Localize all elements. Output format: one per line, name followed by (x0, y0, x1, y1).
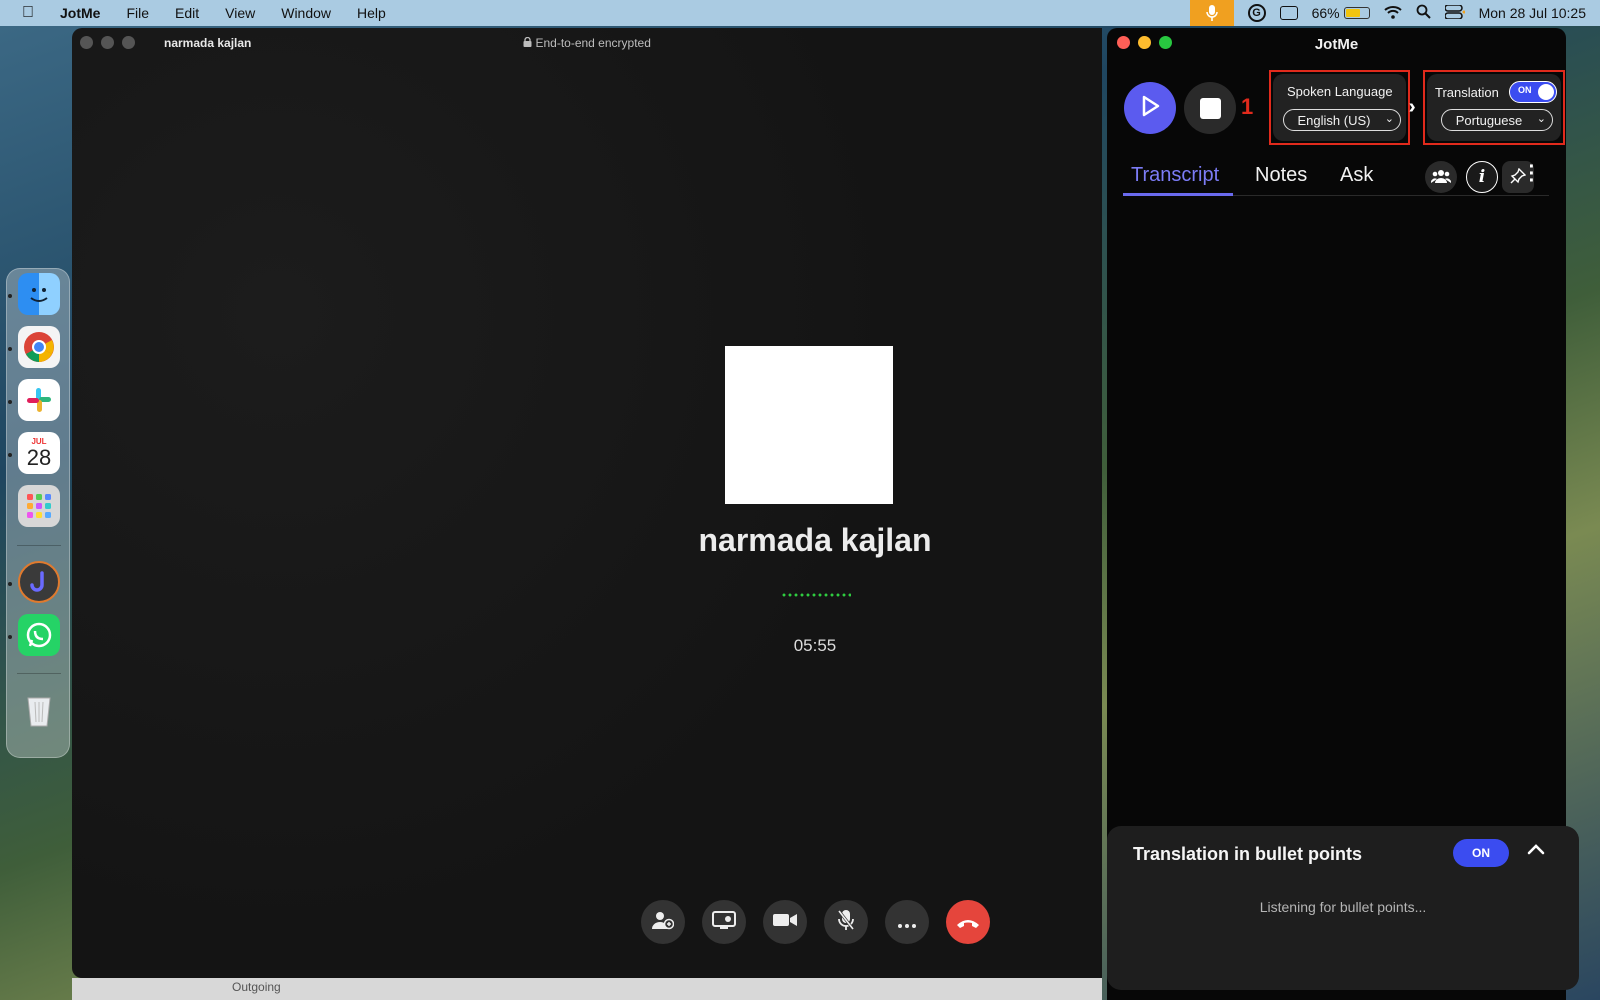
input-source-icon[interactable] (1279, 6, 1298, 20)
calendar-day: 28 (26, 444, 52, 470)
trash-icon[interactable] (18, 689, 60, 731)
battery-icon (1343, 7, 1370, 19)
dock-running-indicator (8, 347, 12, 351)
spoken-language-value: English (US) (1297, 112, 1371, 128)
callee-name: narmada kajlan (698, 522, 932, 558)
menu-bar-status: G 66% Mon 28 Jul 10:25 (1189, 0, 1586, 26)
menu-app-name[interactable]: JotMe (60, 5, 100, 21)
menu-edit[interactable]: Edit (175, 5, 199, 21)
microphone-in-use-icon[interactable] (1189, 0, 1234, 26)
more-options-button[interactable] (885, 900, 929, 944)
start-recording-button[interactable] (1124, 82, 1176, 134)
spoken-language-select[interactable]: English (US) ⌄ (1283, 109, 1401, 131)
apple-menu-icon[interactable]:  (22, 4, 40, 22)
jotme-title: JotMe (1314, 36, 1359, 53)
tab-ask[interactable]: Ask (1340, 164, 1373, 187)
translation-toggle[interactable]: ON (1509, 81, 1557, 103)
encryption-notice: End-to-end encrypted (72, 36, 1102, 50)
battery-status[interactable]: 66% (1312, 5, 1370, 21)
add-person-icon (652, 910, 675, 935)
microphone-muted-icon (837, 909, 855, 936)
menu-bar:  JotMe File Edit View Window Help G 66%… (0, 0, 1600, 26)
bullet-points-panel: Translation in bullet points ON Listenin… (1107, 826, 1579, 990)
dock-running-indicator (8, 582, 12, 586)
translation-panel: Translation ON Portuguese ⌄ (1427, 74, 1561, 141)
hang-up-icon (956, 912, 980, 933)
chevron-down-icon: ⌄ (1384, 113, 1394, 125)
encryption-text: End-to-end encrypted (535, 36, 651, 50)
spotlight-search-icon[interactable] (1416, 4, 1431, 22)
chrome-icon[interactable] (18, 326, 60, 368)
finder-icon[interactable] (18, 273, 60, 315)
battery-percent: 66% (1311, 5, 1340, 21)
more-icon (898, 912, 916, 933)
callee-avatar (725, 346, 893, 504)
tab-transcript[interactable]: Transcript (1131, 164, 1219, 187)
info-icon: i (1478, 167, 1486, 187)
dock-separator (17, 673, 61, 674)
stop-icon (1199, 97, 1221, 119)
menu-file[interactable]: File (126, 5, 149, 21)
annotation-label-1: 1 (1241, 94, 1254, 119)
chevron-down-icon: ⌄ (1536, 113, 1546, 125)
call-window: narmada kajlan End-to-end encrypted narm… (72, 28, 1102, 978)
info-button[interactable]: i (1466, 161, 1498, 193)
translation-label: Translation (1435, 85, 1499, 100)
dock: JUL 28 (6, 268, 70, 758)
video-toggle-button[interactable] (763, 900, 807, 944)
chevron-up-icon[interactable] (1527, 838, 1545, 861)
mute-button[interactable] (824, 900, 868, 944)
jotme-app-icon[interactable] (18, 561, 60, 603)
dock-running-indicator (8, 294, 12, 298)
dock-running-indicator (8, 635, 12, 639)
background-window-text: Outgoing (232, 980, 281, 994)
bullet-points-title: Translation in bullet points (1133, 844, 1363, 864)
share-screen-button[interactable] (702, 900, 746, 944)
participants-button[interactable] (1425, 161, 1457, 193)
control-center-icon[interactable] (1443, 3, 1466, 22)
call-timer: 05:55 (793, 636, 837, 655)
tab-notes[interactable]: Notes (1255, 164, 1307, 187)
wifi-icon[interactable] (1383, 5, 1402, 22)
calendar-icon[interactable]: JUL 28 (18, 432, 60, 474)
menu-clock[interactable]: Mon 28 Jul 10:25 (1479, 5, 1586, 21)
menu-view[interactable]: View (225, 5, 255, 21)
dock-running-indicator (8, 400, 12, 404)
spoken-language-label: Spoken Language (1287, 84, 1393, 99)
battery-level-fill (1345, 9, 1360, 17)
active-tab-indicator (1123, 193, 1233, 196)
people-icon (1430, 169, 1452, 186)
toggle-knob (1538, 84, 1554, 100)
menu-help[interactable]: Help (357, 5, 386, 21)
menu-window[interactable]: Window (281, 5, 331, 21)
dock-separator (17, 545, 61, 546)
translation-toggle-state: ON (1518, 85, 1532, 95)
whatsapp-icon[interactable] (18, 614, 60, 656)
lock-icon (523, 36, 535, 50)
bullet-points-toggle[interactable]: ON (1453, 839, 1509, 867)
bullet-points-status: Listening for bullet points... (1259, 899, 1427, 915)
translation-language-select[interactable]: Portuguese ⌄ (1441, 109, 1553, 131)
translation-language-value: Portuguese (1455, 112, 1523, 128)
end-call-button[interactable] (946, 900, 990, 944)
calling-indicator (781, 593, 851, 597)
add-participant-button[interactable] (641, 900, 685, 944)
stop-recording-button[interactable] (1184, 82, 1236, 134)
background-window-strip: Outgoing (72, 978, 1102, 1000)
pin-icon (1510, 167, 1527, 187)
spoken-language-panel: Spoken Language English (US) ⌄ (1273, 74, 1406, 141)
slack-icon[interactable] (18, 379, 60, 421)
screen-share-icon (712, 910, 736, 934)
launchpad-icon[interactable] (18, 485, 60, 527)
grammarly-icon[interactable]: G (1247, 4, 1266, 22)
dock-running-indicator (8, 453, 12, 457)
play-icon (1139, 94, 1161, 123)
kebab-menu-icon[interactable]: · · · (1527, 157, 1537, 191)
video-camera-icon (773, 912, 797, 933)
